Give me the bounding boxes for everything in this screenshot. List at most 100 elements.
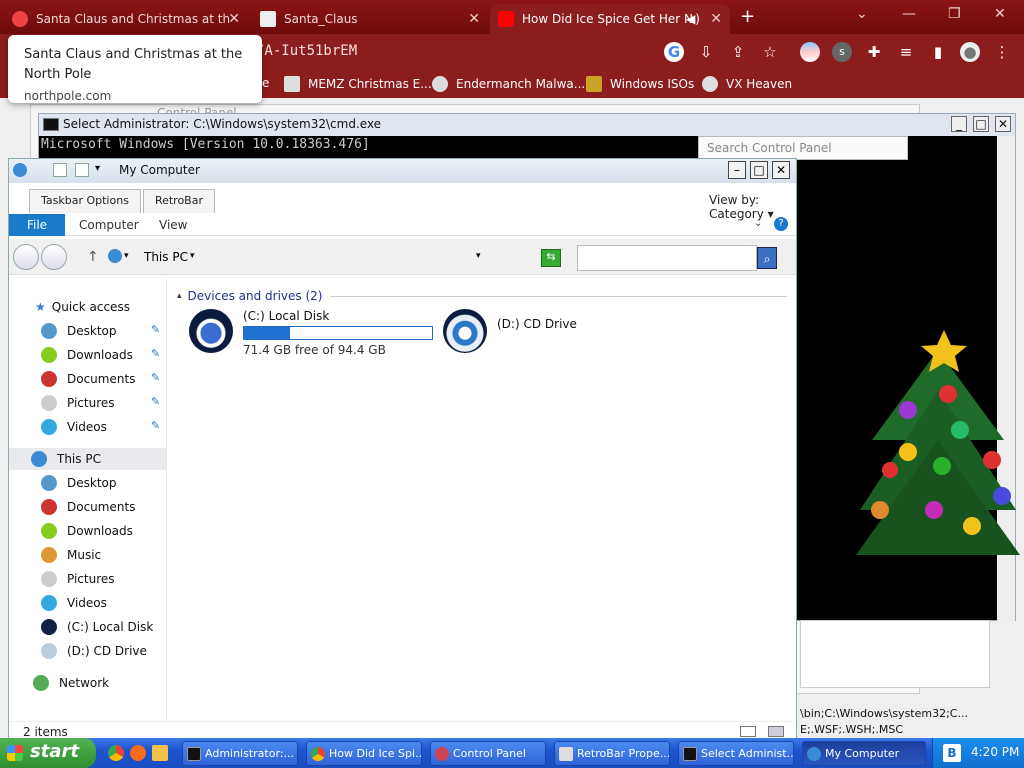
tab-youtube-active[interactable]: How Did Ice Spice Get Her N ◀) ✕ [490, 4, 730, 34]
chevron-down-icon[interactable]: ▾ [95, 163, 100, 174]
sidepanel-icon[interactable]: ▮ [928, 42, 948, 62]
pin-icon[interactable]: ✎ [151, 395, 160, 408]
extension-s-icon[interactable]: s [832, 42, 852, 62]
nav-quick-downloads[interactable]: Downloads [41, 345, 133, 365]
download-icon[interactable]: ⇩ [696, 42, 716, 62]
pin-icon[interactable]: ✎ [151, 371, 160, 384]
explorer-titlebar[interactable]: ▾ My Computer – □ ✕ [9, 159, 796, 183]
large-icons-view-icon[interactable] [768, 726, 784, 737]
start-button[interactable]: start [0, 738, 96, 768]
bookmark-vx-heaven[interactable]: VX Heaven [702, 76, 792, 92]
expand-ribbon-icon[interactable]: ⌄ [754, 218, 762, 229]
bookmark-endermanch[interactable]: Endermanch Malwa... [432, 76, 585, 92]
details-view-icon[interactable] [740, 726, 756, 737]
drive-c[interactable]: (C:) Local Disk 71.4 GB free of 94.4 GB [189, 309, 433, 357]
drive-d[interactable]: (D:) CD Drive [443, 309, 577, 353]
up-arrow-icon[interactable]: ↑ [87, 249, 99, 265]
pin-icon[interactable]: ✎ [151, 323, 160, 336]
nav-pc-downloads[interactable]: Downloads [41, 521, 133, 541]
cmd-titlebar[interactable]: Select Administrator: C:\Windows\system3… [39, 114, 1015, 136]
star-icon[interactable]: ☆ [760, 42, 780, 62]
tab-santa-claus[interactable]: Santa Claus and Christmas at th ✕ [4, 4, 248, 34]
minimize-button[interactable]: — [902, 6, 916, 22]
pin-icon[interactable]: ✎ [151, 347, 160, 360]
forward-button[interactable] [41, 244, 67, 270]
search-button[interactable]: ⌕ [757, 247, 777, 269]
nav-quick-documents[interactable]: Documents [41, 369, 135, 389]
task-retrobar[interactable]: RetroBar Prope... [554, 741, 670, 766]
nav-label: Quick access [51, 300, 130, 314]
maximize-button[interactable]: □ [750, 161, 768, 179]
nav-pc-local-disk[interactable]: (C:) Local Disk [41, 617, 153, 637]
task-control-panel[interactable]: Control Panel [430, 741, 546, 766]
devices-group-header[interactable]: ▴ Devices and drives (2) [177, 289, 787, 303]
close-icon[interactable]: ✕ [710, 11, 722, 27]
media-icon[interactable]: ≡ [896, 42, 916, 62]
search-input[interactable] [577, 245, 757, 271]
chrome-icon[interactable] [108, 745, 124, 761]
nav-quick-access[interactable]: ★ Quick access [35, 297, 130, 317]
tab-santa-wiki[interactable]: Santa_Claus ✕ [252, 4, 488, 34]
task-select-administrator[interactable]: Select Administ... [678, 741, 794, 766]
chevron-down-icon[interactable]: ▾ [124, 251, 129, 261]
back-button[interactable] [13, 244, 39, 270]
collapse-icon[interactable]: ▴ [177, 291, 182, 301]
tab-label: Santa Claus and Christmas at th [36, 12, 231, 26]
pin-icon[interactable]: ✎ [151, 419, 160, 432]
restore-button[interactable]: ❐ [948, 6, 961, 22]
my-computer-window[interactable]: ▾ My Computer – □ ✕ Taskbar Options Retr… [8, 158, 797, 740]
maximize-button[interactable]: □ [973, 116, 989, 132]
tab-computer[interactable]: Computer [79, 218, 139, 232]
url-text[interactable]: /A-Iut51brEM [256, 43, 357, 59]
tab-view[interactable]: View [159, 218, 187, 232]
minimize-button[interactable]: – [728, 161, 746, 179]
google-lens-icon[interactable]: G [664, 42, 684, 62]
nav-quick-videos[interactable]: Videos [41, 417, 107, 437]
nav-pc-music[interactable]: Music [41, 545, 101, 565]
task-my-computer[interactable]: My Computer [802, 741, 926, 766]
nav-quick-pictures[interactable]: Pictures [41, 393, 115, 413]
task-chrome[interactable]: How Did Ice Spi... [306, 741, 422, 766]
speaker-icon[interactable]: ◀) [686, 12, 700, 26]
properties-icon[interactable] [53, 163, 67, 177]
bookmark-memz[interactable]: MEMZ Christmas E... [284, 76, 432, 92]
profile-icon[interactable]: ● [960, 42, 980, 62]
address-dropdown-icon[interactable]: ▾ [476, 251, 481, 261]
close-button[interactable]: ✕ [995, 116, 1011, 132]
bookmark-windows-isos[interactable]: Windows ISOs [586, 76, 694, 92]
bookmark-partial[interactable]: e [262, 76, 269, 90]
nav-this-pc[interactable]: This PC [31, 449, 101, 469]
chevron-down-icon[interactable]: ⌄ [856, 6, 868, 22]
address-field[interactable]: ▾ This PC ▾ ▾ [106, 245, 486, 269]
nav-network[interactable]: Network [33, 673, 109, 693]
close-icon[interactable]: ✕ [228, 11, 240, 27]
close-button[interactable]: ✕ [772, 161, 790, 179]
new-tab-button[interactable]: + [740, 6, 755, 27]
tab-taskbar-options[interactable]: Taskbar Options [29, 189, 141, 213]
close-icon[interactable]: ✕ [468, 11, 480, 27]
tab-retrobar[interactable]: RetroBar [142, 189, 215, 213]
help-icon[interactable]: ? [774, 217, 788, 231]
new-folder-icon[interactable] [75, 163, 89, 177]
close-window-button[interactable]: ✕ [994, 6, 1006, 22]
nav-pc-videos[interactable]: Videos [41, 593, 107, 613]
chevron-down-icon[interactable]: ▾ [190, 251, 195, 261]
nav-pc-documents[interactable]: Documents [41, 497, 135, 517]
puzzle-icon[interactable]: ✚ [864, 42, 884, 62]
nav-quick-desktop[interactable]: Desktop [41, 321, 117, 341]
extension-flag-icon[interactable] [800, 42, 820, 62]
task-administrator[interactable]: Administrator:... [182, 741, 298, 766]
retrobar-tray-icon[interactable]: B [943, 744, 961, 762]
firefox-icon[interactable] [130, 745, 146, 761]
share-icon[interactable]: ⇪ [728, 42, 748, 62]
folder-icon[interactable] [152, 745, 168, 761]
clock[interactable]: 4:20 PM [971, 745, 1019, 759]
nav-pc-cd-drive[interactable]: (D:) CD Drive [41, 641, 147, 661]
nav-pc-desktop[interactable]: Desktop [41, 473, 117, 493]
nav-pc-pictures[interactable]: Pictures [41, 569, 115, 589]
refresh-button[interactable]: ⇆ [541, 249, 561, 267]
control-panel-search[interactable]: Search Control Panel [698, 136, 908, 160]
tab-file[interactable]: File [9, 214, 65, 236]
menu-icon[interactable]: ⋮ [992, 42, 1012, 62]
minimize-button[interactable]: _ [951, 116, 967, 132]
